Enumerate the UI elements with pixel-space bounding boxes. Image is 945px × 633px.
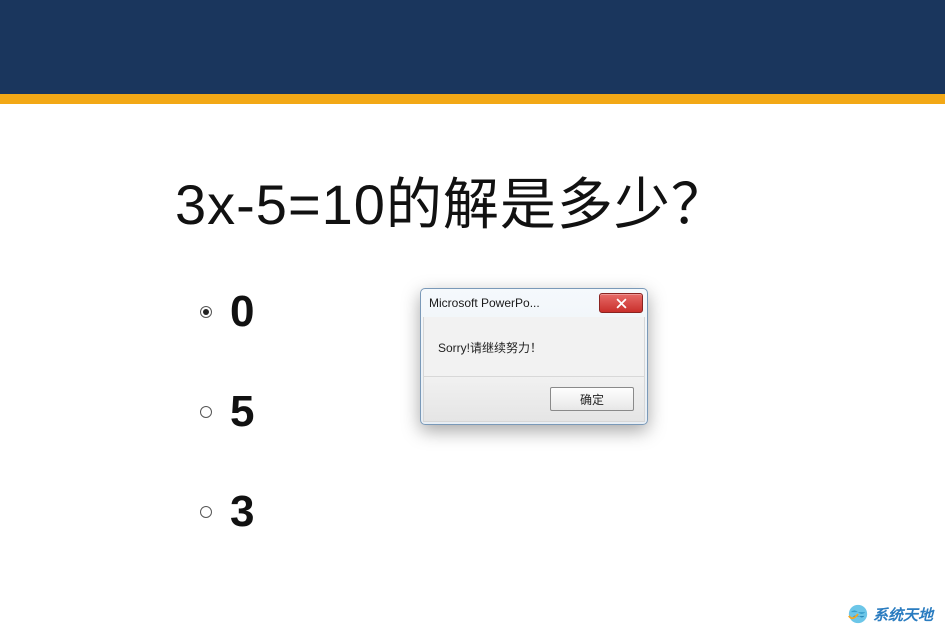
close-button[interactable]: [599, 293, 643, 313]
dialog-body: Sorry!请继续努力！ 确定: [423, 317, 645, 422]
slide-accent-band: [0, 94, 945, 104]
option-label: 5: [230, 390, 254, 434]
dialog-titlebar[interactable]: Microsoft PowerPo...: [421, 289, 647, 317]
option-label: 0: [230, 290, 254, 334]
option-row: 5: [200, 390, 254, 434]
radio-option-0[interactable]: [200, 306, 212, 318]
message-dialog: Microsoft PowerPo... Sorry!请继续努力！ 确定: [420, 288, 648, 425]
globe-icon: [847, 603, 869, 625]
close-icon: [616, 298, 627, 309]
dialog-title: Microsoft PowerPo...: [429, 296, 540, 310]
slide-header-band: [0, 0, 945, 94]
question-title: 3x-5=10的解是多少？: [175, 160, 728, 241]
option-row: 3: [200, 490, 254, 534]
radio-option-2[interactable]: [200, 506, 212, 518]
ok-button[interactable]: 确定: [550, 387, 634, 411]
radio-option-1[interactable]: [200, 406, 212, 418]
options-group: 0 5 3: [200, 290, 254, 590]
watermark-text: 系统天地: [873, 604, 933, 625]
option-row: 0: [200, 290, 254, 334]
watermark: 系统天地: [847, 603, 933, 625]
dialog-message: Sorry!请继续努力！: [424, 317, 644, 376]
option-label: 3: [230, 490, 254, 534]
dialog-button-row: 确定: [424, 376, 644, 421]
